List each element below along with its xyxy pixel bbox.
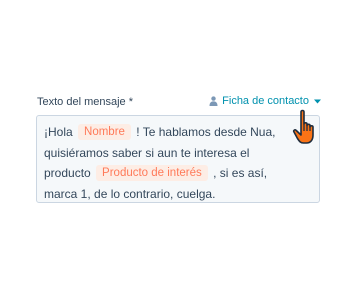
message-text: ¡Hola [44, 125, 73, 139]
product-token[interactable]: Producto de interés [96, 165, 208, 181]
caret-down-icon [314, 99, 321, 104]
message-text: ! Te hablamos desde Nua, [136, 125, 276, 139]
contact-property-label: Ficha de contacto [222, 95, 309, 107]
message-line: quisiéramos saber si aun te interesa el [44, 145, 250, 160]
message-line: ¡Hola Nombre ! Te hablamos desde Nua, [44, 122, 312, 143]
message-line: producto Producto de interés , si es así… [44, 163, 312, 184]
message-field-label: Texto del mensaje * [37, 96, 133, 108]
contact-property-dropdown[interactable]: Ficha de contacto [209, 95, 321, 107]
hand-pointer-icon [292, 107, 324, 147]
message-textarea[interactable]: ¡Hola Nombre ! Te hablamos desde Nua, qu… [36, 115, 320, 203]
message-text: producto [44, 166, 91, 180]
message-line: marca 1, de lo contrario, cuelga. [44, 186, 216, 201]
name-token[interactable]: Nombre [78, 124, 131, 140]
message-text: , si es así, [213, 166, 268, 180]
person-icon [209, 96, 218, 106]
